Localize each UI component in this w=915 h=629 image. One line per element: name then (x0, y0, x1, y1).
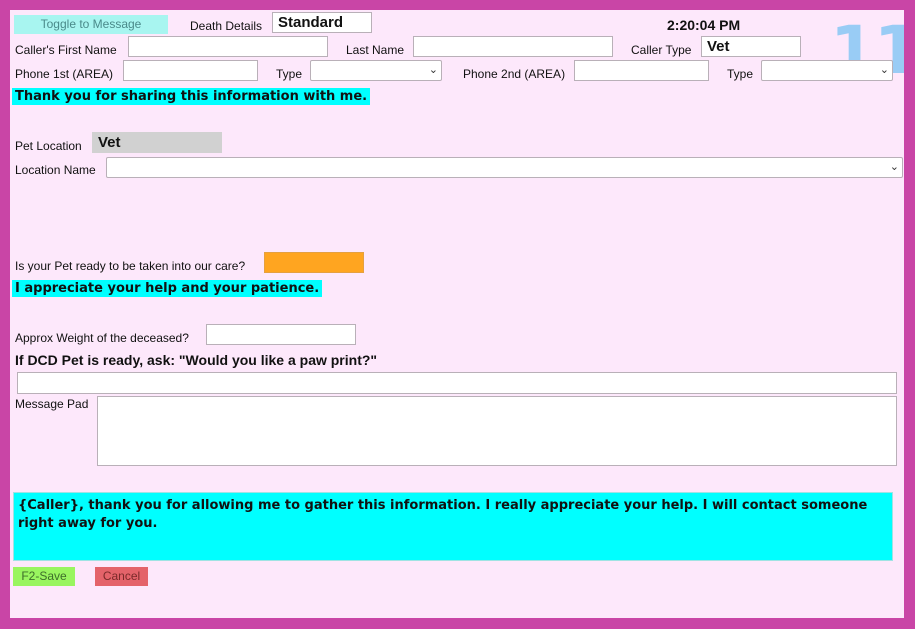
closing-script-box: {Caller}, thank you for allowing me to g… (13, 492, 893, 561)
cancel-button[interactable]: Cancel (95, 567, 148, 586)
phone-2nd-type-select[interactable]: ⌄ (761, 60, 893, 81)
save-button[interactable]: F2-Save (13, 567, 75, 586)
toggle-to-message-button[interactable]: Toggle to Message (14, 15, 168, 34)
phone-2nd-type-label: Type (727, 67, 754, 81)
caller-first-name-input[interactable] (128, 36, 328, 57)
paw-print-question: If DCD Pet is ready, ask: "Would you lik… (15, 352, 378, 368)
message-pad-textarea[interactable] (97, 396, 897, 466)
caller-type-label: Caller Type (631, 43, 692, 57)
paw-print-input[interactable] (17, 372, 897, 394)
phone-1st-input[interactable] (123, 60, 258, 81)
chevron-down-icon: ⌄ (879, 64, 889, 76)
caller-first-name-label: Caller's First Name (15, 43, 117, 57)
phone-1st-label: Phone 1st (AREA) (15, 67, 114, 81)
phone-2nd-label: Phone 2nd (AREA) (463, 67, 566, 81)
script-line-thank-you: Thank you for sharing this information w… (12, 88, 371, 105)
closing-script-text: {Caller}, thank you for allowing me to g… (18, 498, 868, 531)
approx-weight-input[interactable] (206, 324, 356, 345)
script-line-appreciate: I appreciate your help and your patience… (12, 280, 323, 297)
pet-ready-indicator[interactable] (264, 252, 364, 273)
location-name-select[interactable]: ⌄ (106, 157, 903, 178)
phone-2nd-input[interactable] (574, 60, 709, 81)
caller-type-value[interactable]: Vet (701, 36, 801, 57)
chevron-down-icon: ⌄ (428, 64, 438, 76)
phone-1st-type-select[interactable]: ⌄ (310, 60, 442, 81)
form-panel: Toggle to Message Death Details Standard… (10, 10, 904, 618)
last-name-label: Last Name (346, 43, 405, 57)
death-details-value[interactable]: Standard (272, 12, 372, 33)
pet-location-value[interactable]: Vet (92, 132, 222, 153)
pet-location-label: Pet Location (15, 139, 82, 153)
clock: 2:20:04 PM (667, 17, 741, 33)
pet-ready-label: Is your Pet ready to be taken into our c… (15, 259, 246, 273)
location-name-label: Location Name (15, 163, 96, 177)
message-pad-label: Message Pad (15, 397, 89, 411)
phone-1st-type-label: Type (276, 67, 303, 81)
death-details-label: Death Details (190, 19, 263, 33)
approx-weight-label: Approx Weight of the deceased? (15, 331, 189, 345)
chevron-down-icon: ⌄ (889, 161, 899, 173)
last-name-input[interactable] (413, 36, 613, 57)
